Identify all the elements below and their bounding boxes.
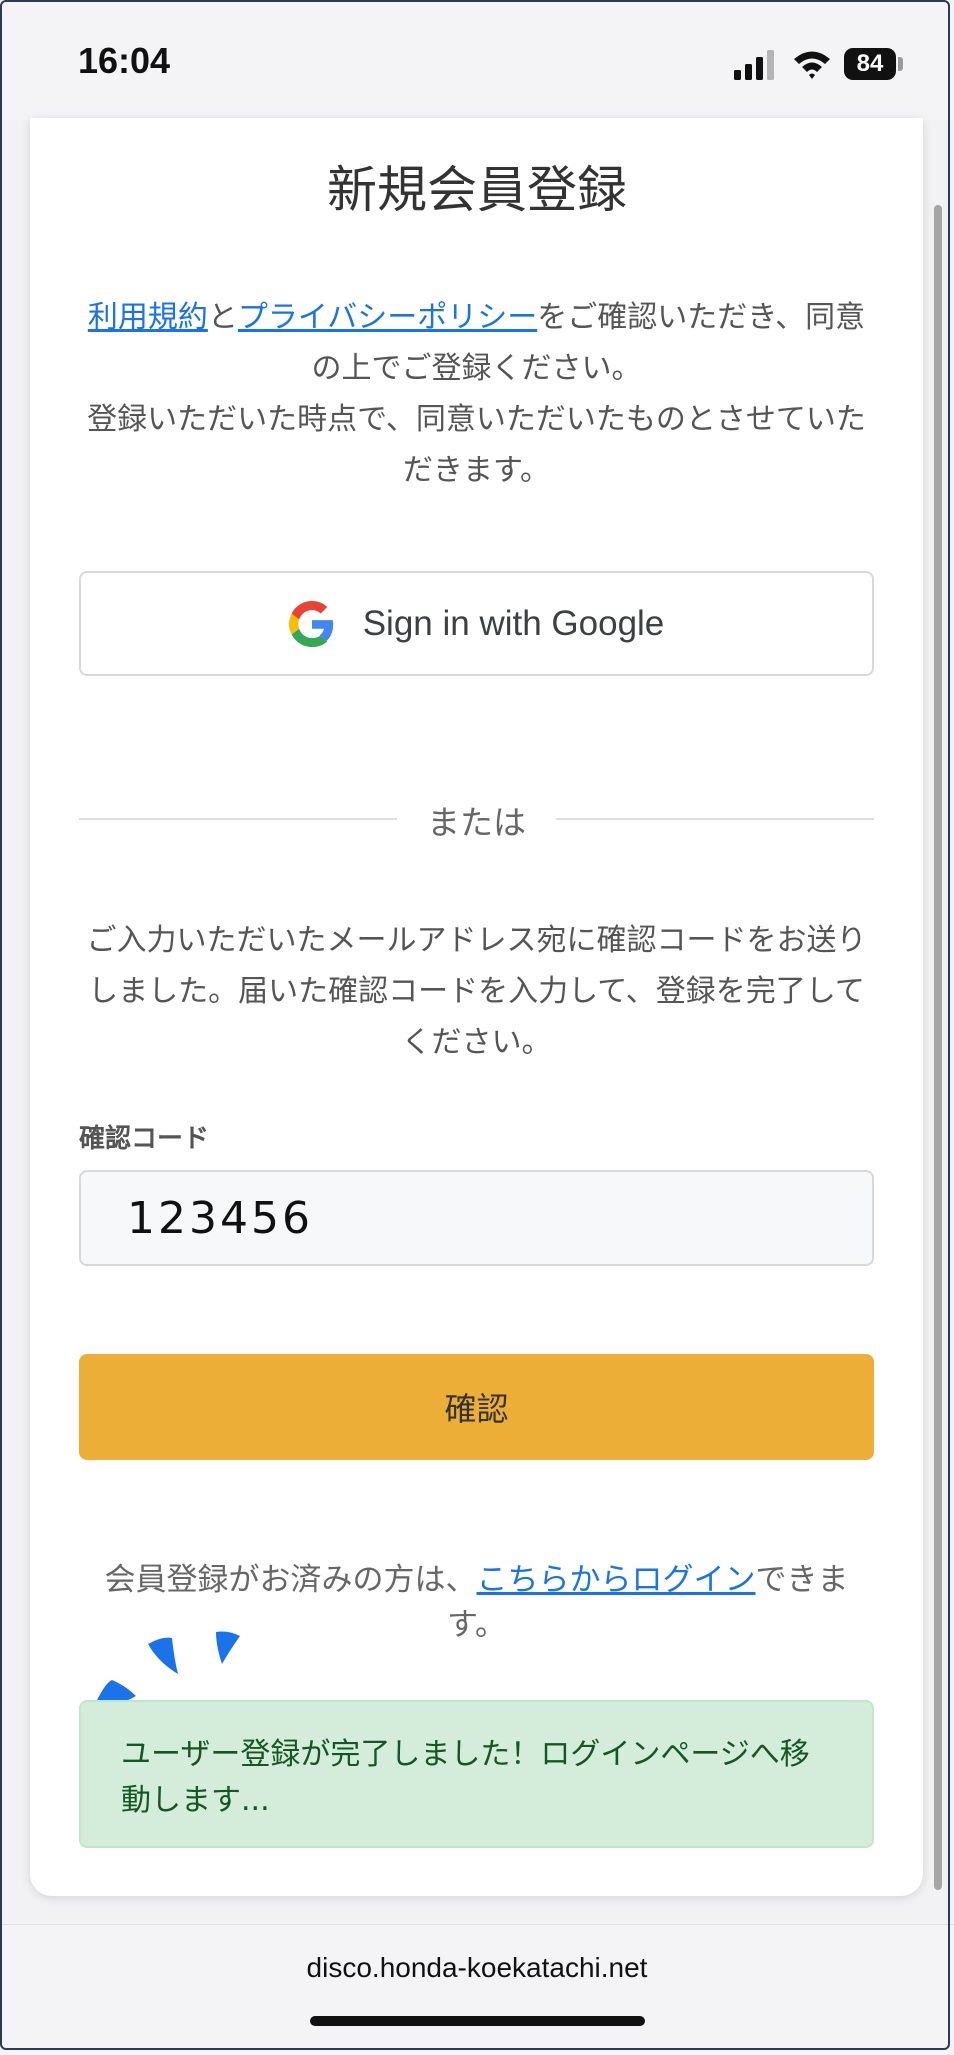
privacy-policy-link[interactable]: プライバシーポリシー [238,300,537,335]
google-sign-in-label: Sign in with Google [362,603,665,643]
consent-text: 登録いただいた時点で、同意いただいたものとさせていただきます。 [87,402,866,488]
confirm-button[interactable]: 確認 [79,1354,874,1460]
verification-code-input[interactable] [79,1170,874,1266]
divider-left [79,818,397,820]
terms-link[interactable]: 利用規約 [88,300,208,335]
battery-tip [898,57,903,71]
url-text[interactable]: disco.honda-koekatachi.net [0,1952,954,1984]
signal-icon [734,50,774,80]
divider-text: または [427,803,526,842]
terms-notice: 利用規約とプライバシーポリシーをご確認いただき、同意の上でご登録ください。 登録… [78,292,875,496]
verification-description: ご入力いただいたメールアドレス宛に確認コードをお送りしました。届いた確認コードを… [86,923,867,1060]
google-sign-in-button[interactable]: Sign in with Google [79,571,874,676]
page-title: 新規会員登録 [327,161,627,219]
google-logo-icon [288,600,333,647]
wifi-icon [794,51,830,79]
browser-url-bar[interactable] [0,1924,954,2055]
status-bar: 16:04 84 [0,0,954,120]
verification-code-label: 確認コード [79,1124,210,1154]
login-link[interactable]: こちらからログイン [477,1562,756,1598]
battery-icon: 84 [844,48,896,80]
divider-right [556,818,874,820]
scrollbar[interactable] [934,205,942,1890]
login-prefix: 会員登録がお済みの方は、 [104,1562,477,1598]
status-time: 16:04 [78,40,171,81]
terms-conj: と [207,300,238,335]
home-indicator[interactable] [310,2016,645,2026]
success-alert: ユーザー登録が完了しました！ログインページへ移動します... [79,1700,874,1848]
